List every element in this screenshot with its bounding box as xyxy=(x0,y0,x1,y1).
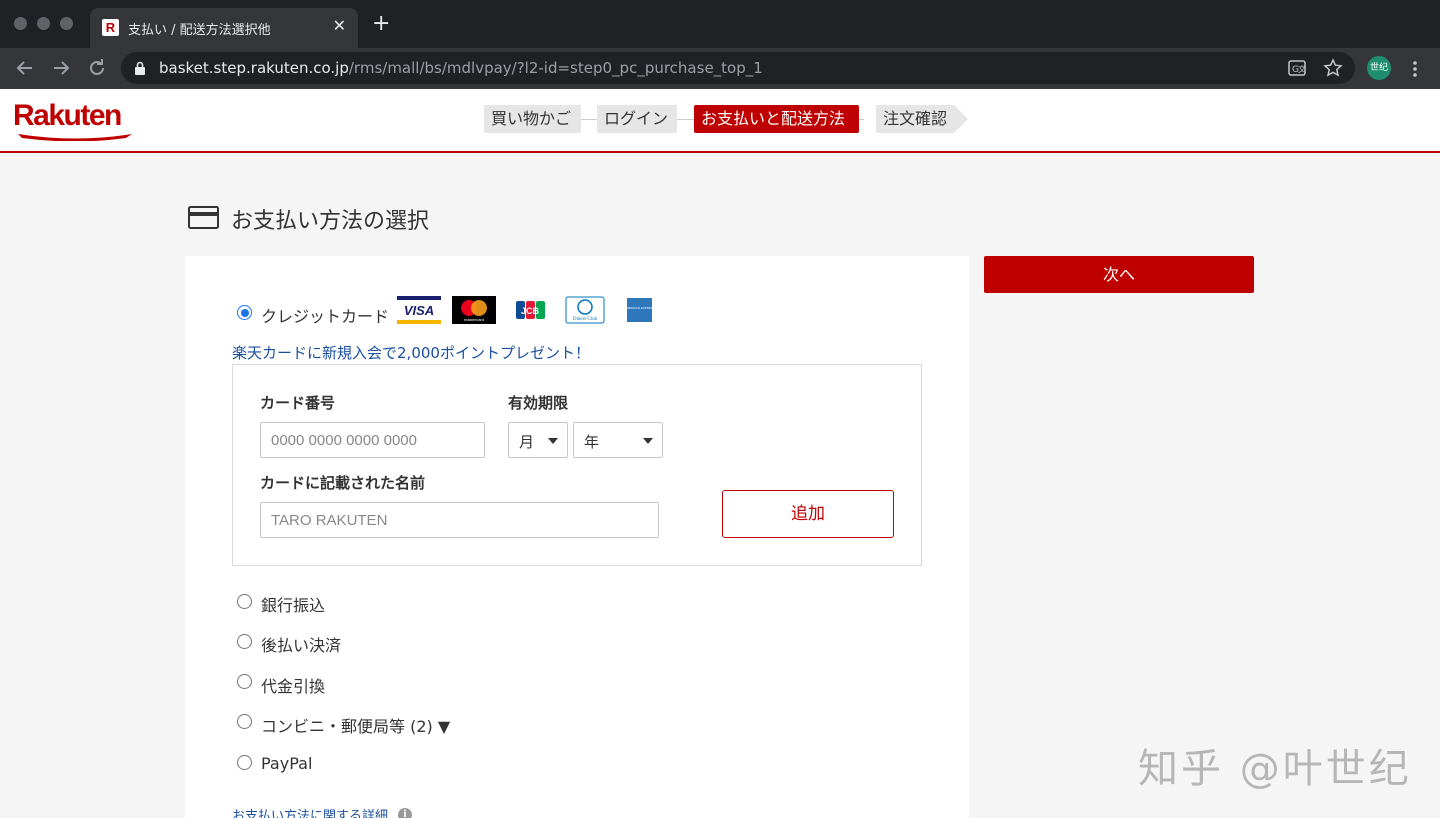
cash-on-delivery-radio[interactable] xyxy=(237,674,252,689)
credit-card-radio[interactable] xyxy=(237,305,252,320)
visa-logo-text: VISA xyxy=(404,303,434,318)
add-card-button[interactable]: 追加 xyxy=(722,490,894,538)
back-arrow-icon[interactable] xyxy=(13,56,37,80)
bookmark-star-icon[interactable] xyxy=(1323,58,1343,78)
step-cart: 買い物かご xyxy=(484,105,581,133)
jcb-logo-text: JCB xyxy=(521,306,540,316)
profile-avatar[interactable]: 世纪 xyxy=(1367,56,1391,80)
logo-swoosh-icon xyxy=(18,134,132,141)
browser-tab-bar: R 支払い / 配送方法選択他 ✕ + xyxy=(0,0,1440,48)
deferred-payment-label: 後払い決済 xyxy=(261,636,342,655)
expiry-label: 有効期限 xyxy=(508,394,569,412)
rakuten-favicon-icon: R xyxy=(102,19,119,36)
step-login: ログイン xyxy=(597,105,677,133)
convenience-store-radio[interactable] xyxy=(237,714,252,729)
step-payment-delivery: お支払いと配送方法 xyxy=(694,105,859,133)
credit-card-label: クレジットカード xyxy=(261,307,390,326)
url-host: basket.step.rakuten.co.jp xyxy=(159,59,349,77)
close-tab-icon[interactable]: ✕ xyxy=(333,16,346,36)
deferred-payment-radio[interactable] xyxy=(237,634,252,649)
payment-section-title: お支払い方法の選択 xyxy=(231,209,430,234)
paypal-radio[interactable] xyxy=(237,755,252,770)
tab-title: 支払い / 配送方法選択他 xyxy=(128,23,271,38)
convenience-store-label[interactable]: コンビニ・郵便局等 (2) ▼ xyxy=(261,713,450,737)
kebab-menu-icon[interactable] xyxy=(1408,57,1422,81)
site-header: Rakuten 買い物かご ログイン お支払いと配送方法 注文確認 xyxy=(0,89,1440,153)
chevron-down-icon xyxy=(643,438,653,444)
bank-transfer-label: 銀行振込 xyxy=(261,596,326,615)
window-minimize-dot[interactable] xyxy=(37,17,50,30)
amex-logo-text: AMERICAN EXPRESS xyxy=(624,306,655,310)
expiry-month-value: 月 xyxy=(519,433,535,451)
url-text: basket.step.rakuten.co.jp/rms/mall/bs/md… xyxy=(159,59,763,77)
rakuten-card-promo-link[interactable]: 楽天カードに新規入会で2,000ポイントプレゼント！ xyxy=(232,342,590,363)
card-number-input[interactable] xyxy=(260,422,485,458)
step-order-confirm: 注文確認 xyxy=(876,105,968,133)
cardholder-name-label: カードに記載された名前 xyxy=(260,474,426,492)
browser-toolbar: basket.step.rakuten.co.jp/rms/mall/bs/md… xyxy=(0,48,1440,89)
rakuten-logo[interactable]: Rakuten xyxy=(13,99,122,133)
zhihu-watermark: 知乎 @叶世纪 xyxy=(1138,746,1412,792)
jcb-logo-icon: JCB xyxy=(516,301,545,319)
translate-icon[interactable]: G文 xyxy=(1287,58,1307,78)
window-zoom-dot[interactable] xyxy=(60,17,73,30)
chevron-down-icon xyxy=(548,438,558,444)
mastercard-logo-text: mastercard xyxy=(464,317,484,322)
forward-arrow-icon[interactable] xyxy=(49,56,73,80)
address-bar[interactable]: basket.step.rakuten.co.jp/rms/mall/bs/md… xyxy=(121,52,1355,84)
mastercard-logo-icon: mastercard xyxy=(452,296,496,324)
lock-icon xyxy=(135,61,145,75)
url-path: /rms/mall/bs/mdlvpay/?l2-id=step0_pc_pur… xyxy=(348,59,763,77)
svg-text:文: 文 xyxy=(1298,64,1306,74)
diners-logo-text: Diners Club xyxy=(573,317,598,322)
reload-icon[interactable] xyxy=(85,56,109,80)
info-icon[interactable]: i xyxy=(398,808,412,818)
browser-tab[interactable]: R 支払い / 配送方法選択他 ✕ xyxy=(90,8,358,48)
diners-club-logo-icon: Diners Club xyxy=(565,296,605,324)
expiry-year-select[interactable]: 年 xyxy=(573,422,663,458)
paypal-label: PayPal xyxy=(261,754,313,773)
credit-card-icon xyxy=(188,206,219,229)
payment-details-link[interactable]: お支払い方法に関する詳細 xyxy=(232,805,388,818)
cardholder-name-input[interactable] xyxy=(260,502,659,538)
window-close-dot[interactable] xyxy=(14,17,27,30)
cash-on-delivery-label: 代金引換 xyxy=(261,677,326,696)
expiry-year-value: 年 xyxy=(584,433,600,451)
visa-logo-icon: VISA xyxy=(397,296,441,324)
card-number-label: カード番号 xyxy=(260,394,336,412)
amex-logo-icon: AMERICAN EXPRESS xyxy=(624,298,655,322)
new-tab-icon[interactable]: + xyxy=(372,13,390,35)
expiry-month-select[interactable]: 月 xyxy=(508,422,568,458)
bank-transfer-radio[interactable] xyxy=(237,594,252,609)
next-button[interactable]: 次へ xyxy=(984,256,1254,293)
